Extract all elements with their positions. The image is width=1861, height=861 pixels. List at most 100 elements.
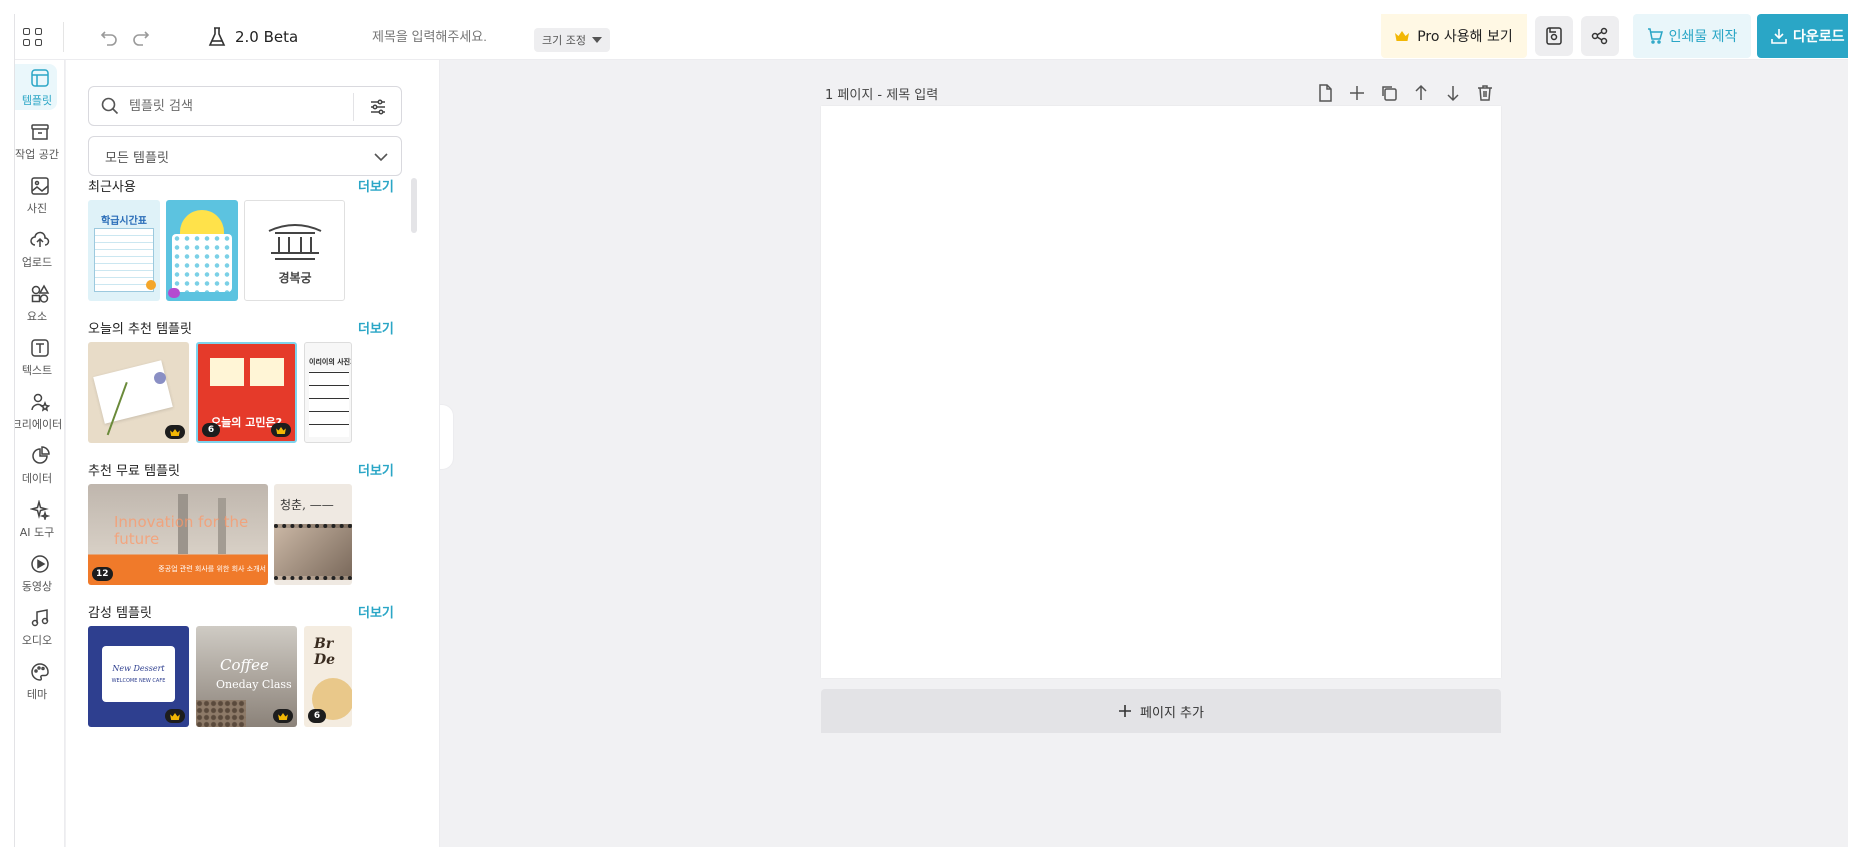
- music-icon: [31, 609, 49, 627]
- template-thumb-worry[interactable]: 오늘의 고민은? 6: [196, 342, 297, 443]
- version-label: 2.0 Beta: [235, 28, 299, 46]
- add-page-button[interactable]: 페이지 추가: [821, 689, 1501, 733]
- duplicate-icon[interactable]: [1380, 84, 1398, 102]
- template-search-input[interactable]: [129, 95, 339, 117]
- rail-item-workspace[interactable]: 작업 공간: [15, 114, 65, 170]
- template-thumb-sun-calendar[interactable]: [166, 200, 238, 301]
- flask-icon: [208, 27, 226, 46]
- note-card: [210, 358, 244, 386]
- template-thumb-photographer[interactable]: 이리이의 사진가: [304, 342, 352, 443]
- image-icon: [31, 177, 49, 195]
- more-link-free[interactable]: 더보기: [358, 460, 394, 479]
- thumb-title: New Dessert: [112, 664, 165, 673]
- trash-icon[interactable]: [1476, 84, 1494, 102]
- template-icon: [31, 69, 49, 87]
- apps-grid-icon[interactable]: [21, 26, 43, 48]
- rail-item-data[interactable]: 데이터: [15, 438, 65, 494]
- thumb-title: 청춘, ——: [280, 498, 334, 512]
- section-title-recent: 최근사용: [88, 180, 136, 195]
- crown-icon: [170, 428, 180, 436]
- add-icon[interactable]: [1348, 84, 1366, 102]
- download-button[interactable]: 다운로드: [1757, 14, 1848, 58]
- resize-label: 크기 조정: [542, 34, 586, 47]
- thumb-title: 학급시간표: [101, 216, 147, 227]
- timetable-grid: [94, 228, 154, 292]
- creator-icon: [31, 393, 50, 412]
- crown-icon: [276, 426, 286, 434]
- upload-icon: [30, 231, 50, 247]
- page-icon[interactable]: [1316, 84, 1334, 102]
- share-button[interactable]: [1581, 16, 1619, 56]
- template-thumb-youth[interactable]: 청춘, ——: [274, 484, 352, 585]
- resize-dropdown[interactable]: 크기 조정: [534, 28, 610, 52]
- print-order-button[interactable]: 인쇄물 제작: [1633, 14, 1751, 58]
- more-link-recommended[interactable]: 더보기: [358, 318, 394, 337]
- thumb-subtitle: WELCOME NEW CAFE: [111, 678, 166, 684]
- search-icon: [101, 97, 119, 115]
- label-card: [102, 646, 175, 702]
- thumb-title: Innovation for the future: [114, 513, 249, 548]
- archive-icon: [31, 124, 49, 140]
- rail-item-photos[interactable]: 사진: [15, 168, 65, 224]
- panel-collapse-handle[interactable]: [440, 404, 454, 470]
- top-bar: 2.0 Beta 크기 조정 Pro 사용해 보기 인쇄물 제작 다운로드: [15, 14, 1848, 60]
- template-thumb-coffee-class[interactable]: Coffee Oneday Class: [196, 626, 297, 727]
- section-title-emotional: 감성 템플릿: [88, 606, 152, 621]
- plus-icon: [1119, 705, 1132, 717]
- redo-icon[interactable]: [131, 27, 151, 47]
- download-label: 다운로드: [1793, 29, 1845, 45]
- add-page-label: 페이지 추가: [1140, 705, 1204, 721]
- filter-icon[interactable]: [369, 98, 387, 116]
- play-icon: [31, 555, 49, 573]
- premium-badge: [165, 425, 185, 439]
- rail-item-templates[interactable]: 템플릿: [15, 60, 65, 116]
- template-thumb-envelope[interactable]: [88, 342, 189, 443]
- film-photo: [274, 524, 352, 580]
- rail-item-theme[interactable]: 테마: [15, 654, 65, 710]
- cart-icon: [1647, 28, 1663, 44]
- note-card: [250, 358, 284, 386]
- panel-scrollbar[interactable]: [411, 178, 417, 233]
- shapes-icon: [31, 284, 50, 303]
- rail-item-audio[interactable]: 오디오: [15, 600, 65, 656]
- page-count-badge: 6: [308, 709, 326, 723]
- title-input[interactable]: [372, 25, 522, 47]
- thumb-title: Br De: [314, 636, 336, 668]
- sparkle-icon: [30, 500, 50, 520]
- thumb-title: 경복궁: [278, 271, 312, 285]
- crown-icon: [170, 712, 180, 720]
- crown-icon: [278, 712, 288, 720]
- rail-item-ai-tools[interactable]: AI 도구: [15, 492, 65, 548]
- template-search: [88, 86, 402, 126]
- palette-icon: [31, 663, 49, 681]
- template-thumb-new-dessert[interactable]: New Dessert WELCOME NEW CAFE: [88, 626, 189, 727]
- template-thumb-bread-dessert[interactable]: Br De 6: [304, 626, 352, 727]
- template-category-select[interactable]: 모든 템플릿: [88, 136, 402, 176]
- rail-item-upload[interactable]: 업로드: [15, 222, 65, 278]
- more-link-emotional[interactable]: 더보기: [358, 602, 394, 621]
- template-thumb-company-intro[interactable]: Innovation for the future 중공업 관련 회사를 위한 …: [88, 484, 268, 585]
- arrow-down-icon[interactable]: [1444, 84, 1462, 102]
- rail-item-text[interactable]: 텍스트: [15, 330, 65, 386]
- thumb-title: 이리이의 사진가: [309, 358, 352, 366]
- sticker: [168, 288, 180, 298]
- print-label: 인쇄물 제작: [1668, 29, 1738, 45]
- save-button[interactable]: [1535, 16, 1573, 56]
- more-link-recent[interactable]: 더보기: [358, 176, 394, 195]
- design-page-canvas[interactable]: [821, 106, 1501, 678]
- premium-badge: [271, 423, 291, 437]
- pro-label: Pro 사용해 보기: [1417, 29, 1513, 45]
- section-title-free: 추천 무료 템플릿: [88, 464, 180, 479]
- page-label: 1 페이지 - 제목 입력: [825, 88, 939, 103]
- rail-item-video[interactable]: 동영상: [15, 546, 65, 602]
- undo-icon[interactable]: [99, 27, 119, 47]
- select-value: 모든 템플릿: [105, 150, 169, 166]
- divider: [63, 22, 64, 52]
- arrow-up-icon[interactable]: [1412, 84, 1430, 102]
- page-count-badge: 12: [92, 567, 113, 581]
- template-thumb-gyeongbokgung[interactable]: 경복궁: [244, 200, 345, 301]
- rail-item-elements[interactable]: 요소: [15, 276, 65, 332]
- rail-item-creator[interactable]: 크리에이터: [15, 384, 65, 440]
- template-thumb-timetable[interactable]: 학급시간표: [88, 200, 160, 301]
- pro-trial-button[interactable]: Pro 사용해 보기: [1381, 14, 1527, 58]
